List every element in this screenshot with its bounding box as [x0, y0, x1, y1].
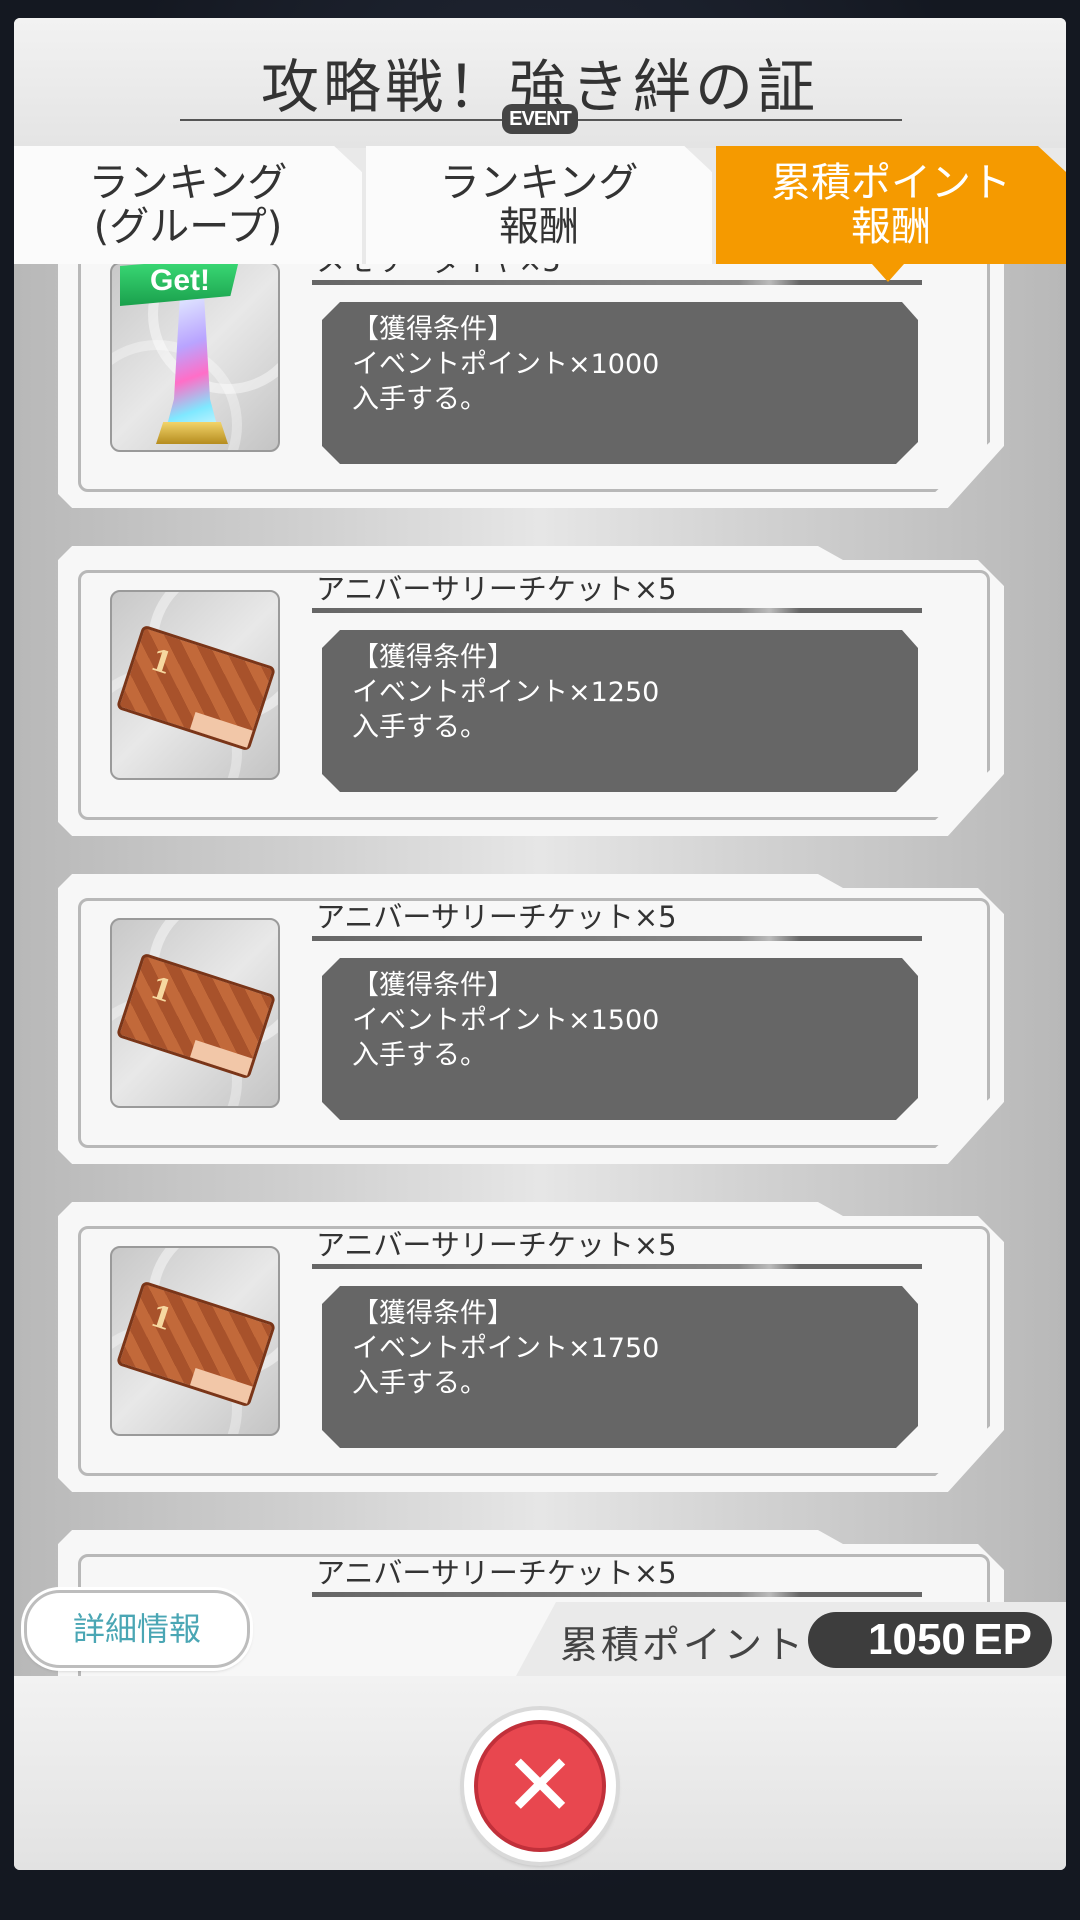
- points-label: 累積ポイント: [560, 1623, 807, 1667]
- panel-footer: ✕: [14, 1676, 1066, 1870]
- condition-text: イベントポイント×1250: [352, 677, 660, 708]
- name-underline: [312, 280, 922, 285]
- tab-ranking-reward[interactable]: ランキング 報酬: [366, 146, 712, 264]
- close-button[interactable]: ✕: [464, 1710, 616, 1862]
- active-tab-pointer: [872, 264, 904, 282]
- tab-label-line2: 報酬: [499, 204, 579, 250]
- tab-label-line1: ランキング: [439, 160, 639, 206]
- reward-name: アニバーサリーチケット×5: [316, 1556, 677, 1590]
- points-display: 1050 EP: [808, 1612, 1052, 1668]
- reward-item-icon[interactable]: 1: [110, 1246, 280, 1436]
- condition-box: 【獲得条件】 イベントポイント×1250 入手する。: [322, 630, 918, 792]
- condition-title: 【獲得条件】: [352, 314, 514, 345]
- points-unit: EP: [973, 1615, 1032, 1664]
- reward-card: 1 アニバーサリーチケット×5 【獲得条件】 イベントポイント×1750 入手す…: [58, 1202, 1004, 1492]
- tab-label-line1: ランキング: [88, 160, 288, 206]
- laurel-emblem: 1: [145, 970, 177, 1011]
- bottom-bar: 詳細情報 累積ポイント 1050 EP: [14, 1590, 1066, 1676]
- reward-name: メモリーダイヤ×5: [316, 264, 561, 280]
- points-value: 1050: [868, 1615, 966, 1664]
- laurel-emblem: 1: [145, 642, 177, 683]
- reward-panel: 攻略戦！強き絆の証 EVENT ランキング (グループ) ランキング 報酬 累積…: [14, 18, 1066, 1870]
- name-underline: [312, 608, 922, 613]
- condition-title: 【獲得条件】: [352, 970, 514, 1001]
- condition-text: イベントポイント×1000: [352, 349, 660, 380]
- condition-box: 【獲得条件】 イベントポイント×1750 入手する。: [322, 1286, 918, 1448]
- reward-list[interactable]: Get! メモリーダイヤ×5 【獲得条件】 イベントポイント×1000 入手する…: [14, 264, 1066, 1676]
- condition-end: 入手する。: [352, 384, 487, 415]
- condition-title: 【獲得条件】: [352, 1298, 514, 1329]
- condition-box: 【獲得条件】 イベントポイント×1500 入手する。: [322, 958, 918, 1120]
- name-underline: [312, 1264, 922, 1269]
- tab-label-line1: 累積ポイント: [771, 160, 1011, 206]
- reward-card: 1 アニバーサリーチケット×5 【獲得条件】 イベントポイント×1250 入手す…: [58, 546, 1004, 836]
- tab-bar: ランキング (グループ) ランキング 報酬 累積ポイント 報酬: [14, 146, 1066, 264]
- reward-item-icon[interactable]: 1: [110, 918, 280, 1108]
- tab-label-line2: 報酬: [851, 204, 931, 250]
- condition-end: 入手する。: [352, 712, 487, 743]
- name-underline: [312, 936, 922, 941]
- condition-title: 【獲得条件】: [352, 642, 514, 673]
- detail-info-button[interactable]: 詳細情報: [24, 1590, 250, 1668]
- laurel-emblem: 1: [145, 1298, 177, 1339]
- tab-cumulative-points-reward[interactable]: 累積ポイント 報酬: [716, 146, 1066, 264]
- condition-text: イベントポイント×1750: [352, 1333, 660, 1364]
- reward-name: アニバーサリーチケット×5: [316, 900, 677, 934]
- condition-text: イベントポイント×1500: [352, 1005, 660, 1036]
- close-icon: ✕: [474, 1720, 606, 1852]
- event-badge: EVENT: [502, 104, 578, 134]
- reward-name: アニバーサリーチケット×5: [316, 1228, 677, 1262]
- condition-end: 入手する。: [352, 1040, 487, 1071]
- panel-header: 攻略戦！強き絆の証 EVENT: [14, 18, 1066, 148]
- tab-label-line2: (グループ): [93, 204, 283, 250]
- condition-end: 入手する。: [352, 1368, 487, 1399]
- reward-card: 1 アニバーサリーチケット×5 【獲得条件】 イベントポイント×1500 入手す…: [58, 874, 1004, 1164]
- tab-ranking-group[interactable]: ランキング (グループ): [14, 146, 362, 264]
- reward-name: アニバーサリーチケット×5: [316, 572, 677, 606]
- condition-box: 【獲得条件】 イベントポイント×1000 入手する。: [322, 302, 918, 464]
- crystal-base: [156, 422, 228, 444]
- reward-item-icon[interactable]: 1: [110, 590, 280, 780]
- reward-card: Get! メモリーダイヤ×5 【獲得条件】 イベントポイント×1000 入手する…: [58, 264, 1004, 508]
